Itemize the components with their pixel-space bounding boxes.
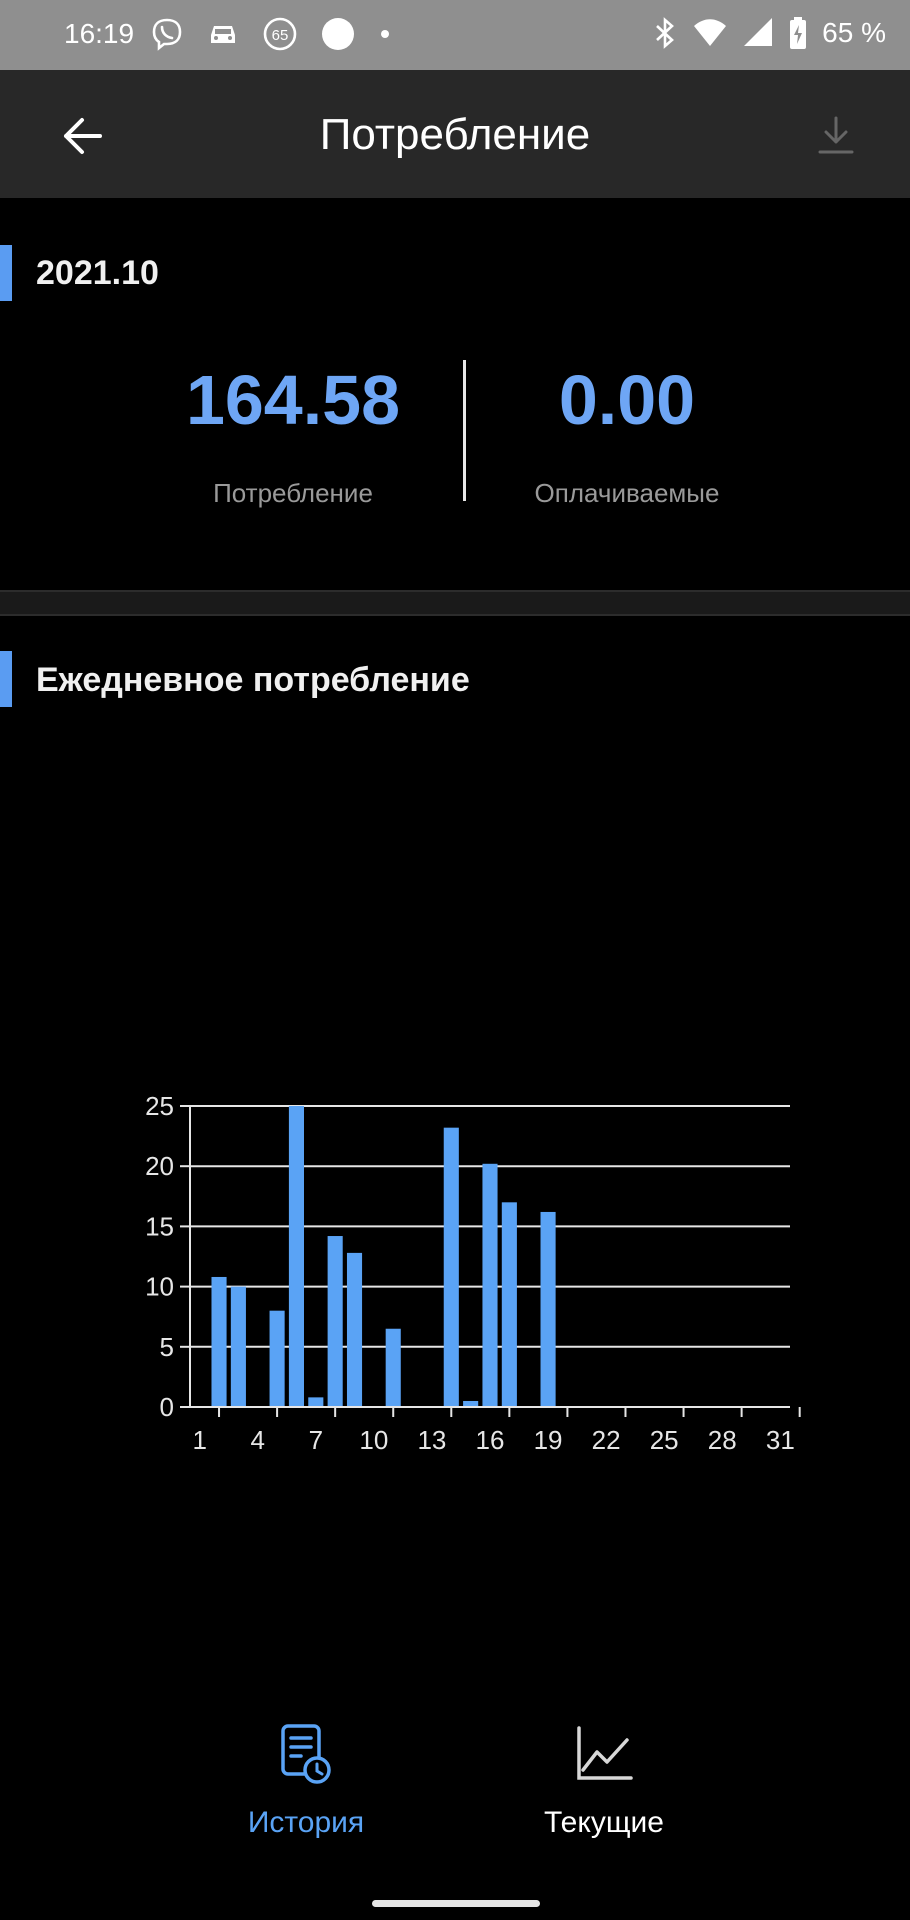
x-tick-label: 25	[650, 1425, 679, 1455]
status-right-icons: 65 %	[652, 16, 886, 50]
daily-consumption-chart: 0 5 10 15 20 25 1 4 7 10 13 16 19 22 25 28 31	[145, 1091, 801, 1455]
bar	[288, 1106, 304, 1407]
bar	[482, 1163, 498, 1407]
x-tick-label: 22	[592, 1425, 621, 1455]
y-tick-label: 0	[160, 1392, 174, 1422]
y-tick-label: 5	[160, 1332, 174, 1362]
consumption-value: 164.58	[185, 361, 401, 439]
bluetooth-icon	[656, 17, 675, 49]
bar	[385, 1328, 401, 1407]
bar	[443, 1127, 459, 1407]
bar	[327, 1236, 343, 1407]
download-icon	[818, 116, 854, 154]
bar	[346, 1252, 363, 1407]
x-tick-label: 19	[534, 1425, 563, 1455]
bar	[269, 1310, 285, 1407]
x-tick-label: 4	[251, 1425, 265, 1455]
period-title: 2021.10	[36, 254, 159, 292]
x-tick-label: 10	[359, 1425, 388, 1455]
signal-icon	[744, 18, 773, 46]
home-indicator[interactable]	[372, 1900, 540, 1907]
nav-label-current: Текущие	[544, 1806, 664, 1839]
section-separator	[0, 590, 910, 616]
daily-marker	[0, 651, 12, 707]
nav-item-history[interactable]: История	[186, 1720, 426, 1890]
x-tick-label: 7	[309, 1425, 323, 1455]
daily-title: Ежедневное потребление	[36, 661, 470, 699]
speed-badge-text: 65	[272, 27, 289, 44]
x-tick-label: 1	[192, 1425, 206, 1455]
line-chart-icon	[577, 1726, 633, 1780]
car-icon	[211, 26, 235, 43]
bar	[211, 1276, 227, 1407]
y-tick-label: 25	[145, 1091, 174, 1121]
bar	[308, 1397, 324, 1407]
dot-icon	[381, 30, 389, 38]
bottom-navigation: История Текущие	[0, 1700, 910, 1920]
x-tick-label: 13	[417, 1425, 446, 1455]
y-tick-label: 15	[145, 1211, 174, 1241]
wifi-icon	[694, 19, 727, 46]
status-left-icons: 65	[150, 16, 392, 52]
circle-icon	[322, 18, 354, 50]
bar	[230, 1286, 246, 1407]
consumption-label: Потребление	[213, 478, 373, 508]
y-tick-label: 10	[145, 1272, 174, 1302]
status-bar: 16:19 65 65 %	[0, 0, 910, 70]
nav-item-current[interactable]: Текущие	[484, 1720, 724, 1890]
download-button[interactable]	[810, 110, 862, 162]
nav-label-history: История	[247, 1806, 365, 1839]
viber-icon	[152, 18, 182, 51]
billable-label: Оплачиваемые	[534, 478, 720, 508]
status-time: 16:19	[64, 18, 135, 49]
speed-65-icon: 65	[263, 17, 297, 51]
x-tick-label: 16	[476, 1425, 505, 1455]
billable-value: 0.00	[558, 361, 696, 439]
app-bar: Потребление	[0, 70, 910, 198]
page-title: Потребление	[319, 110, 591, 159]
bar	[501, 1202, 517, 1407]
battery-percent: 65 %	[822, 17, 886, 48]
battery-charging-icon	[790, 17, 807, 49]
history-icon	[281, 1724, 331, 1784]
bar	[540, 1211, 556, 1407]
period-marker	[0, 245, 12, 301]
x-tick-label: 31	[766, 1425, 795, 1455]
y-tick-label: 20	[145, 1151, 174, 1181]
x-tick-label: 28	[708, 1425, 737, 1455]
